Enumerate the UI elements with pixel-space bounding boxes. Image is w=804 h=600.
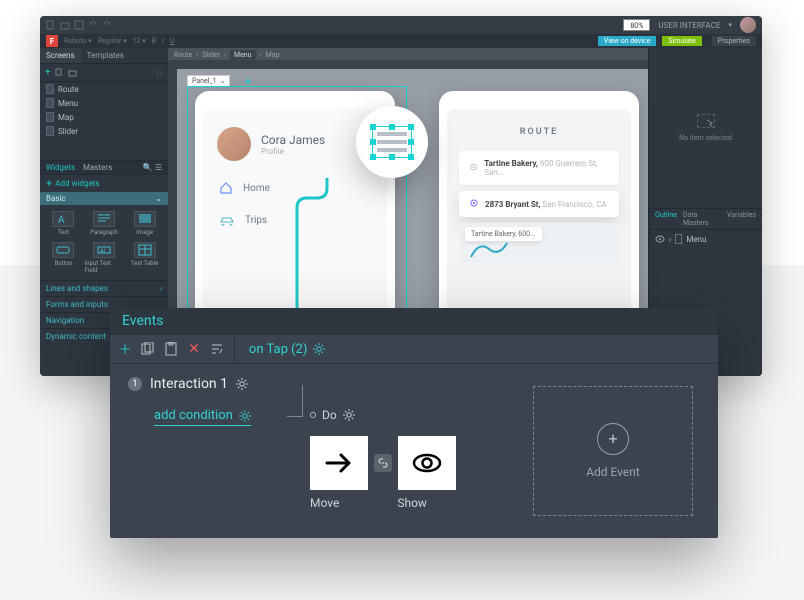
add-widgets-button[interactable]: +Add widgets (40, 175, 168, 192)
logo-icon: F (46, 35, 58, 47)
widget-text[interactable]: AText (44, 209, 83, 238)
save-icon[interactable] (74, 20, 84, 30)
zoom-input[interactable]: 80% (623, 19, 650, 31)
paste-event-icon[interactable] (164, 342, 178, 356)
widget-paragraph[interactable]: Paragraph (85, 209, 124, 238)
route-title: ROUTE (447, 109, 631, 145)
widget-image[interactable]: Image (125, 209, 164, 238)
pin-icon (469, 163, 478, 173)
svg-text:A: A (58, 215, 65, 225)
home-icon (219, 181, 233, 195)
copy-icon[interactable] (55, 68, 64, 77)
menu-item-home[interactable]: Home (203, 171, 387, 205)
add-screen-icon[interactable]: + (45, 67, 51, 78)
action-move-label: Move (310, 496, 339, 510)
cat-lines[interactable]: Lines and shapes› (40, 280, 168, 296)
add-event-icon[interactable]: + (120, 339, 130, 360)
screens-tools: + ↑↓ (40, 64, 168, 82)
interaction-number-badge: 1 (128, 377, 142, 391)
no-selection: No item selected (649, 48, 762, 208)
pin-icon (469, 199, 479, 209)
outline-item-menu[interactable]: › Menu (649, 230, 762, 248)
simulate-button[interactable]: Simulate (662, 36, 701, 46)
address-card-1[interactable]: Tartine Bakery, 600 Guerrero St, San... (459, 151, 619, 185)
profile-role: Profile (261, 147, 325, 156)
tree-item-route[interactable]: Route (40, 82, 168, 96)
add-event-button[interactable]: + Add Event (533, 386, 693, 516)
interaction-row[interactable]: 1 Interaction 1 (128, 376, 490, 392)
gear-icon[interactable] (239, 410, 251, 422)
open-icon[interactable] (60, 20, 70, 30)
undo-icon[interactable] (88, 20, 98, 30)
tree-item-slider[interactable]: Slider (40, 124, 168, 138)
widget-table[interactable]: Text Table (125, 240, 164, 276)
new-file-icon[interactable] (46, 20, 56, 30)
delete-event-icon[interactable]: ✕ (188, 341, 200, 357)
car-icon (219, 216, 235, 226)
tab-outline[interactable]: Outline (655, 211, 677, 227)
profile-photo (217, 127, 251, 161)
folder-icon[interactable] (68, 68, 77, 77)
arrow-right-icon (323, 447, 355, 479)
eye-icon[interactable] (655, 235, 665, 243)
view-on-device-button[interactable]: View on device (598, 36, 657, 46)
redo-icon[interactable] (102, 20, 112, 30)
action-show-label: Show (397, 496, 427, 510)
widget-button[interactable]: Button (44, 240, 83, 276)
gear-icon[interactable] (313, 343, 325, 355)
events-title: Events (110, 308, 718, 334)
avatar[interactable] (740, 17, 756, 33)
copy-event-icon[interactable] (140, 342, 154, 356)
action-show[interactable] (398, 436, 456, 490)
tab-data-masters[interactable]: Data Masters (683, 211, 721, 227)
tab-masters[interactable]: Masters (83, 163, 112, 172)
device-icon (675, 234, 682, 244)
menu-item-trips[interactable]: Trips (203, 205, 387, 236)
do-label: Do (310, 408, 355, 422)
tab-widgets[interactable]: Widgets (46, 163, 75, 172)
properties-button[interactable]: Properties (712, 36, 756, 46)
events-panel: Events + ✕ on Tap (2) 1 Interaction 1 ad… (110, 308, 718, 538)
profile-name: Cora James (261, 133, 325, 147)
plus-circle-icon: + (597, 423, 629, 455)
tab-screens[interactable]: Screens (40, 48, 81, 63)
ruler-horizontal (168, 60, 648, 69)
tab-variables[interactable]: Variables (727, 211, 756, 227)
eye-icon (411, 447, 443, 479)
titlebar: 80% USER INTERFACE ▾ (40, 16, 762, 34)
flow-connector (287, 385, 303, 417)
selected-hamburger-element[interactable] (356, 106, 428, 178)
add-condition-link[interactable]: add condition (154, 408, 251, 426)
tab-templates[interactable]: Templates (81, 48, 130, 63)
format-toolbar: F Roboto ▾Regular ▾12 ▾ BIU View on devi… (40, 34, 762, 48)
tree-item-menu[interactable]: Menu (40, 96, 168, 110)
widget-input[interactable]: A|Input Text Field (85, 240, 124, 276)
address-card-2[interactable]: 2873 Bryant St, San Francisco, CA (459, 191, 619, 217)
action-move[interactable] (310, 436, 368, 490)
map-preview[interactable]: Tartine Bakery, 600... (459, 223, 619, 263)
gear-icon[interactable] (236, 378, 248, 390)
user-label[interactable]: USER INTERFACE (658, 21, 720, 30)
chain-link-icon[interactable] (374, 454, 392, 472)
sort-icon[interactable] (210, 342, 224, 356)
cursor-icon (706, 119, 714, 127)
widgets-basic-header[interactable]: Basic⌄ (40, 192, 168, 205)
gear-icon[interactable] (343, 409, 355, 421)
tree-item-map[interactable]: Map (40, 110, 168, 124)
breadcrumb: Route› Slider› Menu› Map (174, 50, 280, 60)
svg-text:A|: A| (100, 248, 105, 255)
event-tab-on-tap[interactable]: on Tap (2) (234, 335, 339, 363)
